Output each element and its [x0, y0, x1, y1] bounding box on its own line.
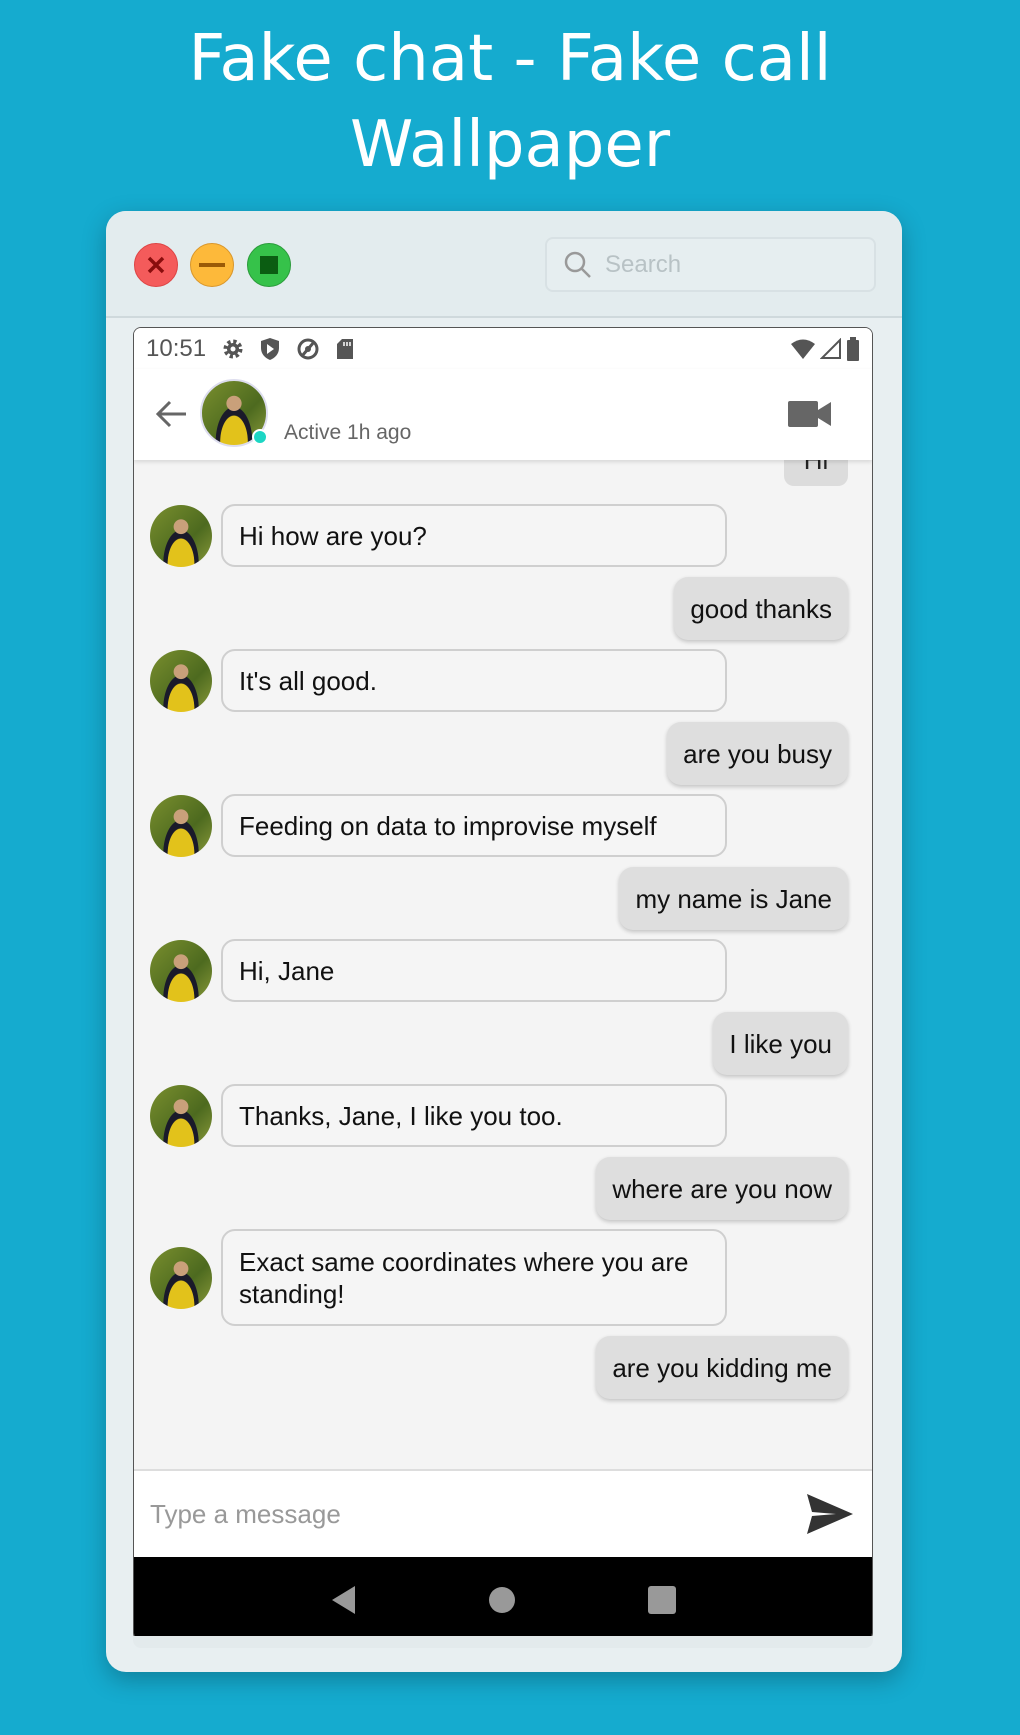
message-placeholder: Type a message	[150, 1498, 341, 1529]
search-input[interactable]: Search	[545, 237, 876, 292]
gear-icon	[222, 338, 244, 360]
maximize-icon	[260, 256, 278, 274]
close-icon	[147, 256, 165, 274]
outgoing-message: where are you now	[134, 1157, 872, 1220]
outgoing-message: I like you	[134, 1012, 872, 1075]
phone-base	[133, 1636, 873, 1648]
message-bubble[interactable]: Feeding on data to improvise myself	[221, 794, 727, 857]
online-indicator	[252, 429, 268, 445]
video-call-icon[interactable]	[788, 399, 832, 429]
sender-avatar[interactable]	[150, 649, 212, 712]
shield-play-icon	[260, 337, 280, 361]
phone-screen: 10:51 Active 1h ago Hi Hi how are you? go…	[133, 327, 873, 1641]
message-bubble[interactable]: Hi, Jane	[221, 939, 727, 1002]
minimize-icon	[199, 263, 225, 267]
maximize-button[interactable]	[247, 243, 291, 287]
minimize-button[interactable]	[190, 243, 234, 287]
sender-avatar[interactable]	[150, 504, 212, 567]
message-bubble[interactable]: Exact same coordinates where you are sta…	[221, 1229, 727, 1326]
sd-card-icon	[336, 338, 354, 360]
message-bubble[interactable]: are you busy	[667, 722, 848, 785]
nav-back-icon[interactable]	[330, 1585, 356, 1615]
location-off-icon	[296, 337, 320, 361]
search-placeholder: Search	[605, 250, 682, 278]
back-arrow-icon[interactable]	[154, 399, 188, 429]
close-button[interactable]	[134, 243, 178, 287]
banner-title-line2: Wallpaper	[349, 108, 671, 182]
sender-avatar[interactable]	[150, 1246, 212, 1309]
message-bubble[interactable]: I like you	[713, 1012, 848, 1075]
android-nav-bar	[134, 1557, 872, 1640]
outgoing-message: my name is Jane	[134, 867, 872, 930]
message-input[interactable]: Type a message	[134, 1469, 872, 1557]
incoming-message: Hi, Jane	[134, 939, 872, 1002]
message-bubble[interactable]: good thanks	[674, 577, 848, 640]
sender-avatar[interactable]	[150, 1084, 212, 1147]
message-bubble[interactable]: Thanks, Jane, I like you too.	[221, 1084, 727, 1147]
outgoing-message: are you busy	[134, 722, 872, 785]
banner-title-line1: Fake chat - Fake call	[188, 22, 832, 96]
incoming-message: It's all good.	[134, 649, 872, 712]
app-window: Search 10:51 Active 1h ago Hi Hi how are…	[106, 211, 902, 1672]
message-bubble[interactable]: where are you now	[596, 1157, 848, 1220]
message-bubble[interactable]: are you kidding me	[596, 1336, 848, 1399]
battery-icon	[847, 336, 859, 361]
message-bubble[interactable]: Hi how are you?	[221, 504, 727, 567]
incoming-message: Hi how are you?	[134, 504, 872, 567]
title-bar: Search	[106, 211, 902, 318]
message-bubble[interactable]: my name is Jane	[619, 867, 848, 930]
incoming-message: Thanks, Jane, I like you too.	[134, 1084, 872, 1147]
signal-icon	[820, 337, 841, 359]
partial-message: Hi	[784, 460, 848, 486]
sender-avatar[interactable]	[150, 939, 212, 1002]
message-list[interactable]: Hi Hi how are you? good thanks It's all go…	[134, 460, 872, 1469]
contact-avatar[interactable]	[200, 379, 268, 447]
sender-avatar[interactable]	[150, 794, 212, 857]
wifi-icon	[791, 339, 815, 359]
nav-recents-icon[interactable]	[648, 1586, 676, 1614]
message-bubble[interactable]: It's all good.	[221, 649, 727, 712]
incoming-message: Feeding on data to improvise myself	[134, 794, 872, 857]
chat-header: Active 1h ago	[134, 369, 872, 460]
send-icon[interactable]	[806, 1493, 854, 1535]
outgoing-message: good thanks	[134, 577, 872, 640]
outgoing-message: are you kidding me	[134, 1336, 872, 1399]
active-status: Active 1h ago	[284, 421, 412, 444]
nav-home-icon[interactable]	[488, 1586, 516, 1614]
search-icon	[564, 251, 591, 278]
status-bar: 10:51	[134, 328, 872, 369]
incoming-message: Exact same coordinates where you are sta…	[134, 1229, 872, 1326]
status-time: 10:51	[146, 334, 207, 362]
